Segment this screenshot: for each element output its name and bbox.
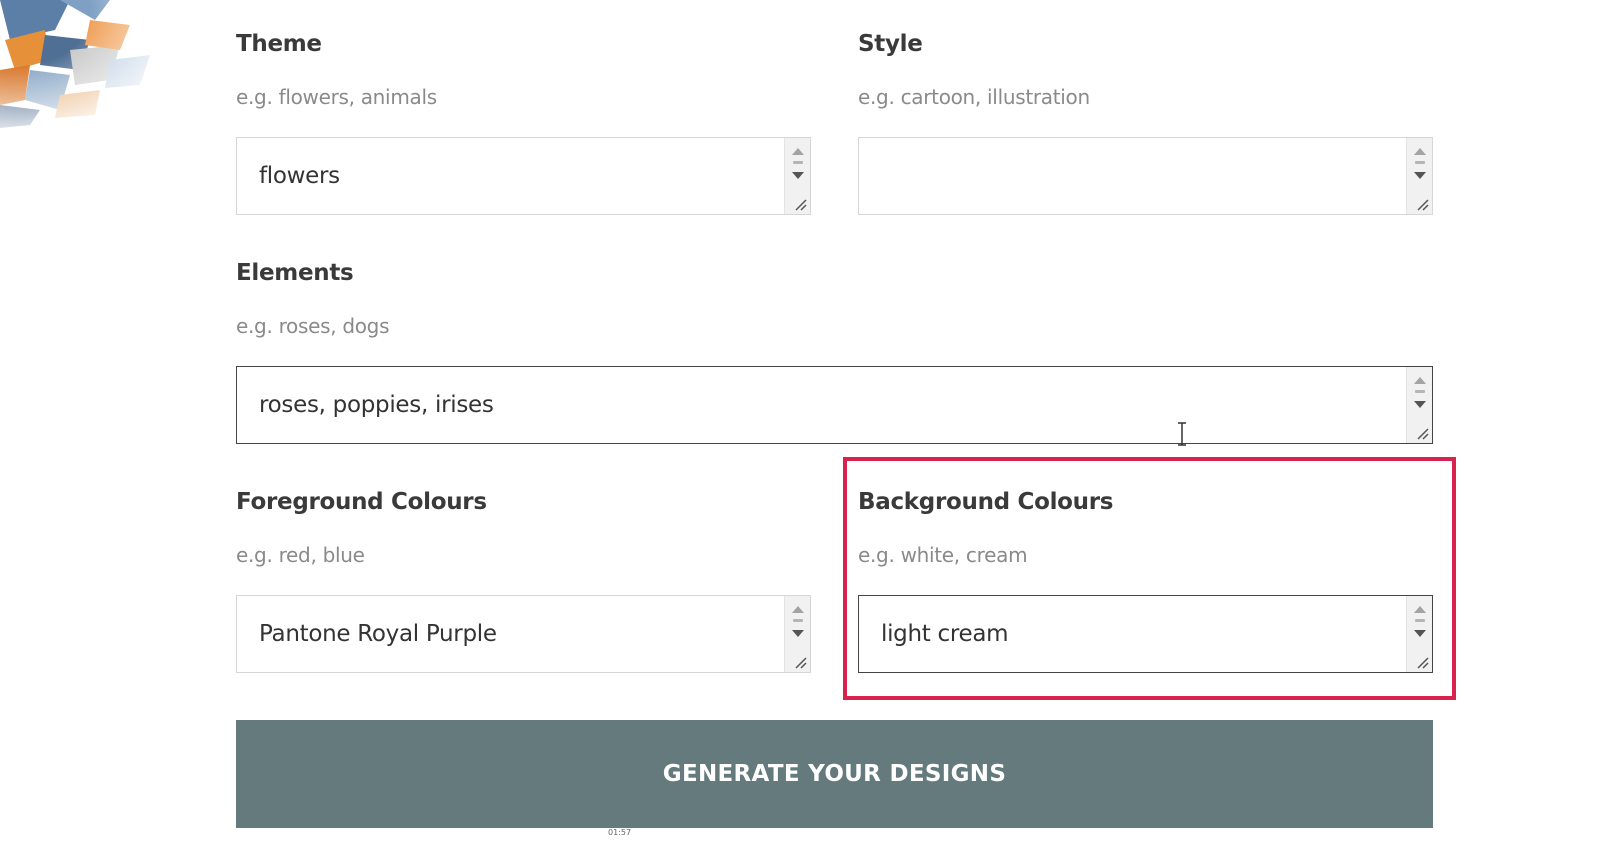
foreground-colours-hint: e.g. red, blue [236,543,365,567]
highlight-annotation-box [843,457,1456,700]
text-cursor-icon [1178,422,1186,446]
resize-grip-icon[interactable] [1415,426,1429,440]
theme-input-value: flowers [259,163,340,189]
style-hint: e.g. cartoon, illustration [858,85,1090,109]
theme-scrollbar[interactable] [784,138,810,214]
scroll-down-icon[interactable] [792,630,804,637]
style-scrollbar[interactable] [1406,138,1432,214]
elements-input[interactable]: roses, poppies, irises [236,366,1433,444]
generate-designs-button[interactable]: GENERATE YOUR DESIGNS [236,720,1433,828]
scroll-down-icon[interactable] [1414,401,1426,408]
foreground-scrollbar[interactable] [784,596,810,672]
resize-grip-icon[interactable] [793,655,807,669]
elements-hint: e.g. roses, dogs [236,314,390,338]
foreground-colours-input[interactable]: Pantone Royal Purple [236,595,811,673]
style-input[interactable] [858,137,1433,215]
scroll-up-icon[interactable] [792,606,804,613]
theme-input[interactable]: flowers [236,137,811,215]
theme-label: Theme [236,31,322,57]
resize-grip-icon[interactable] [793,197,807,211]
style-label: Style [858,31,923,57]
scroll-up-icon[interactable] [1414,148,1426,155]
scroll-up-icon[interactable] [1414,377,1426,384]
video-timestamp: 01:57 [608,828,632,837]
elements-label: Elements [236,260,354,286]
scroll-down-icon[interactable] [792,172,804,179]
scroll-down-icon[interactable] [1414,172,1426,179]
elements-input-value: roses, poppies, irises [259,392,494,418]
foreground-colours-value: Pantone Royal Purple [259,621,497,647]
decorative-confetti-image [0,0,180,130]
foreground-colours-label: Foreground Colours [236,489,487,515]
elements-scrollbar[interactable] [1406,367,1432,443]
resize-grip-icon[interactable] [1415,197,1429,211]
theme-hint: e.g. flowers, animals [236,85,437,109]
scroll-up-icon[interactable] [792,148,804,155]
